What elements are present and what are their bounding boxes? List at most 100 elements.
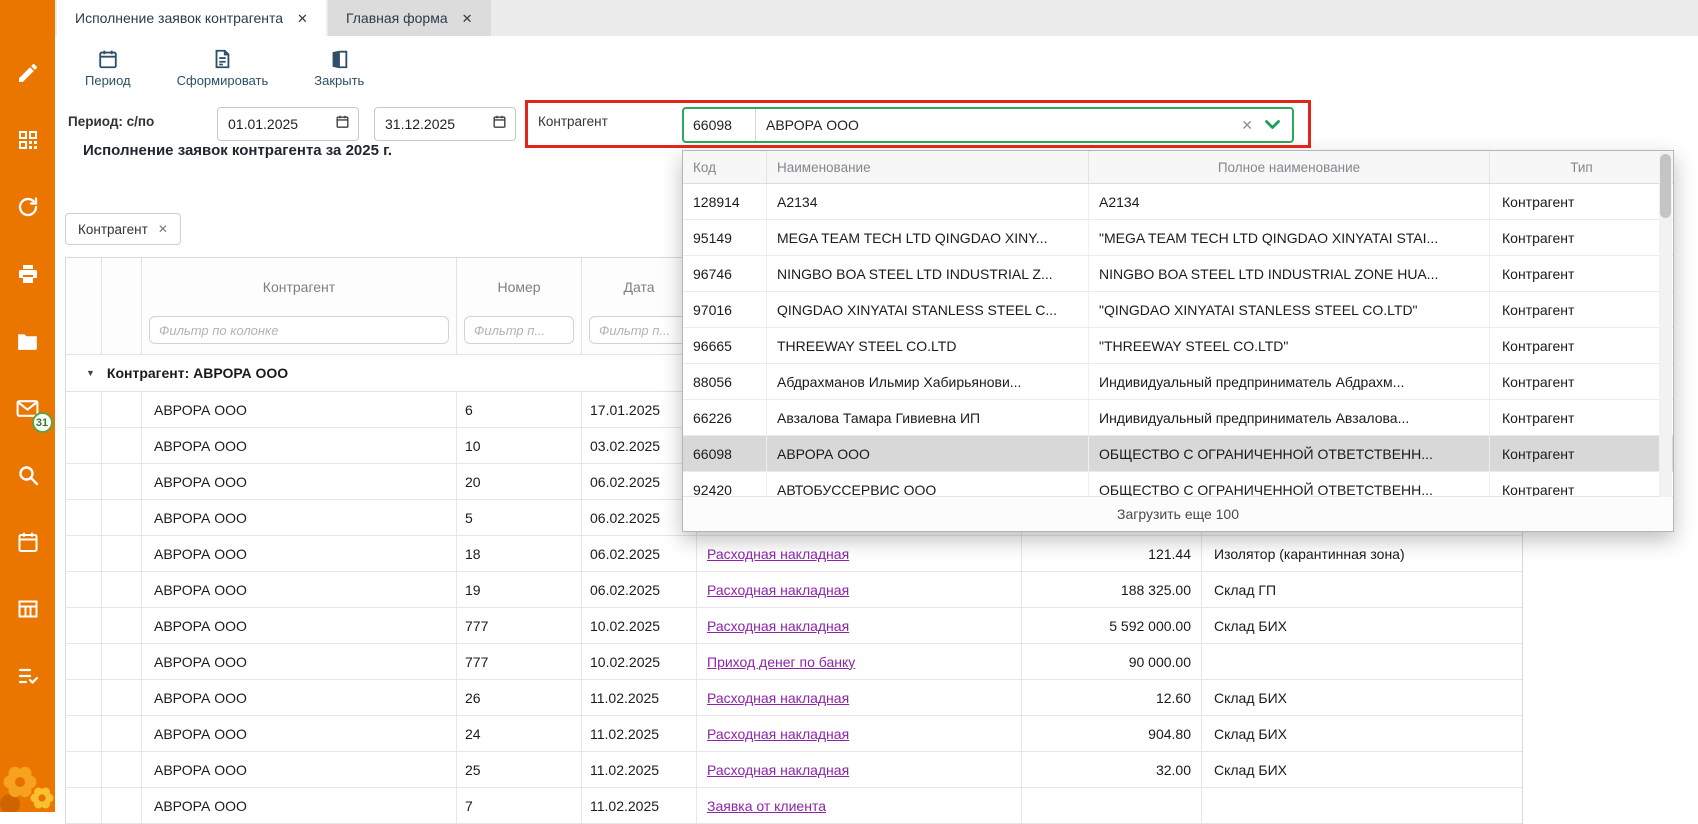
- cell-counterparty: АВРОРА ООО: [142, 644, 457, 679]
- header-cell-date: Дата: [582, 258, 697, 354]
- chevron-down-icon[interactable]: [1263, 120, 1292, 130]
- dropdown-cell: 88056: [683, 364, 767, 399]
- generate-button[interactable]: Сформировать: [177, 48, 269, 88]
- date-from-input[interactable]: [228, 116, 335, 132]
- report-toolbar: Период Сформировать Закрыть: [55, 36, 1698, 100]
- cell-counterparty: АВРОРА ООО: [142, 608, 457, 643]
- tab-counterparty-report[interactable]: Исполнение заявок контрагента ✕: [57, 0, 326, 36]
- document-link[interactable]: Расходная накладная: [707, 726, 849, 742]
- cell-counterparty: АВРОРА ООО: [142, 716, 457, 751]
- cell-date: 06.02.2025: [582, 464, 697, 499]
- document-link[interactable]: Расходная накладная: [707, 618, 849, 634]
- tab-bar: Исполнение заявок контрагента ✕ Главная …: [55, 0, 1698, 36]
- cell-date: 03.02.2025: [582, 428, 697, 463]
- chip-label: Контрагент: [78, 222, 148, 237]
- table-row: АВРОРА ООО1906.02.2025Расходная накладна…: [66, 572, 1522, 608]
- dropdown-cell: Контрагент: [1490, 256, 1673, 291]
- calendar-icon[interactable]: [335, 114, 350, 134]
- generate-button-label: Сформировать: [177, 73, 269, 88]
- cell-empty: [66, 536, 102, 571]
- close-form-button[interactable]: Закрыть: [314, 48, 364, 88]
- document-link[interactable]: Расходная накладная: [707, 546, 849, 562]
- cell-number: 25: [457, 752, 582, 787]
- calendar-icon[interactable]: [492, 114, 507, 134]
- cell-document: Расходная накладная: [697, 608, 1022, 643]
- qr-code-icon[interactable]: [15, 127, 41, 153]
- grouping-chip-counterparty[interactable]: Контрагент ✕: [65, 213, 181, 245]
- cell-empty: [66, 608, 102, 643]
- dropdown-row[interactable]: 96746NINGBO BOA STEEL LTD INDUSTRIAL Z..…: [683, 256, 1673, 292]
- table-icon[interactable]: [15, 596, 41, 622]
- cell-empty: [66, 644, 102, 679]
- close-icon[interactable]: ✕: [158, 223, 168, 235]
- filter-counterparty-input[interactable]: [149, 316, 449, 344]
- table-row: АВРОРА ООО77710.02.2025Расходная накладн…: [66, 608, 1522, 644]
- dropdown-row[interactable]: 128914A2134A2134Контрагент: [683, 184, 1673, 220]
- search-icon[interactable]: [15, 462, 41, 488]
- header-cell-select: [102, 258, 142, 354]
- tab-main-form[interactable]: Главная форма ✕: [328, 0, 491, 36]
- dropdown-row[interactable]: 66098АВРОРА ООООБЩЕСТВО С ОГРАНИЧЕННОЙ О…: [683, 436, 1673, 472]
- counterparty-combobox[interactable]: 66098 АВРОРА ООО ✕: [682, 107, 1294, 143]
- cell-warehouse: Склад БИХ: [1202, 752, 1522, 787]
- dropdown-row[interactable]: 96665THREEWAY STEEL CO.LTD"THREEWAY STEE…: [683, 328, 1673, 364]
- dropdown-cell: "MEGA TEAM TECH LTD QINGDAO XINYATAI STA…: [1089, 220, 1490, 255]
- scrollbar-thumb[interactable]: [1660, 154, 1671, 218]
- table-row: АВРОРА ООО711.02.2025Заявка от клиента: [66, 788, 1522, 824]
- filter-number-input[interactable]: [464, 316, 574, 344]
- cell-document: Расходная накладная: [697, 716, 1022, 751]
- cell-document: Приход денег по банку: [697, 644, 1022, 679]
- cell-counterparty: АВРОРА ООО: [142, 464, 457, 499]
- table-row: АВРОРА ООО1806.02.2025Расходная накладна…: [66, 536, 1522, 572]
- collapse-triangle-icon[interactable]: ▼: [86, 368, 95, 378]
- close-icon[interactable]: ✕: [462, 12, 473, 25]
- dropdown-col-fullname: Полное наименование: [1089, 151, 1490, 183]
- dropdown-col-code: Код: [683, 151, 767, 183]
- cell-empty: [66, 500, 102, 535]
- date-from-field[interactable]: [217, 107, 359, 141]
- cell-counterparty: АВРОРА ООО: [142, 392, 457, 427]
- period-button[interactable]: Период: [85, 48, 131, 88]
- calendar-icon[interactable]: [15, 529, 41, 555]
- clear-icon[interactable]: ✕: [1231, 117, 1263, 134]
- dropdown-cell: THREEWAY STEEL CO.LTD: [767, 328, 1089, 363]
- close-icon[interactable]: ✕: [297, 12, 308, 25]
- refresh-icon[interactable]: [15, 194, 41, 220]
- tasks-icon[interactable]: [15, 663, 41, 689]
- dropdown-cell: 66098: [683, 436, 767, 471]
- document-link[interactable]: Заявка от клиента: [707, 798, 826, 814]
- date-to-field[interactable]: [374, 107, 516, 141]
- dropdown-cell: Контрагент: [1490, 292, 1673, 327]
- cell-number: 24: [457, 716, 582, 751]
- dropdown-cell: Контрагент: [1490, 436, 1673, 471]
- mail-icon[interactable]: 31: [15, 395, 41, 421]
- period-range-label: Период: с/по: [68, 114, 154, 129]
- cell-counterparty: АВРОРА ООО: [142, 752, 457, 787]
- dropdown-row[interactable]: 95149MEGA TEAM TECH LTD QINGDAO XINY..."…: [683, 220, 1673, 256]
- date-to-input[interactable]: [385, 116, 492, 132]
- cell-amount: 32.00: [1022, 752, 1202, 787]
- document-link[interactable]: Расходная накладная: [707, 762, 849, 778]
- dropdown-scrollbar[interactable]: [1659, 152, 1672, 497]
- filter-date-input[interactable]: [589, 316, 689, 344]
- cell-empty: [102, 392, 142, 427]
- dropdown-cell: Контрагент: [1490, 364, 1673, 399]
- dropdown-row[interactable]: 97016QINGDAO XINYATAI STANLESS STEEL C..…: [683, 292, 1673, 328]
- printer-icon[interactable]: [15, 261, 41, 287]
- document-link[interactable]: Расходная накладная: [707, 690, 849, 706]
- folder-icon[interactable]: [15, 328, 41, 354]
- document-link[interactable]: Приход денег по банку: [707, 654, 855, 670]
- document-link[interactable]: Расходная накладная: [707, 582, 849, 598]
- counterparty-dropdown: Код Наименование Полное наименование Тип…: [682, 150, 1674, 532]
- pencil-icon[interactable]: [15, 60, 41, 86]
- cell-warehouse: Склад БИХ: [1202, 716, 1522, 751]
- dropdown-row[interactable]: 66226Авзалова Тамара Гивиевна ИПИндивиду…: [683, 400, 1673, 436]
- dropdown-cell: 95149: [683, 220, 767, 255]
- dropdown-cell: Контрагент: [1490, 328, 1673, 363]
- load-more-button[interactable]: Загрузить еще 100: [683, 496, 1673, 531]
- cell-empty: [66, 392, 102, 427]
- dropdown-row[interactable]: 88056Абдрахманов Ильмир Хабирьянови...Ин…: [683, 364, 1673, 400]
- cell-document: Заявка от клиента: [697, 788, 1022, 823]
- cell-empty: [102, 716, 142, 751]
- cell-empty: [66, 428, 102, 463]
